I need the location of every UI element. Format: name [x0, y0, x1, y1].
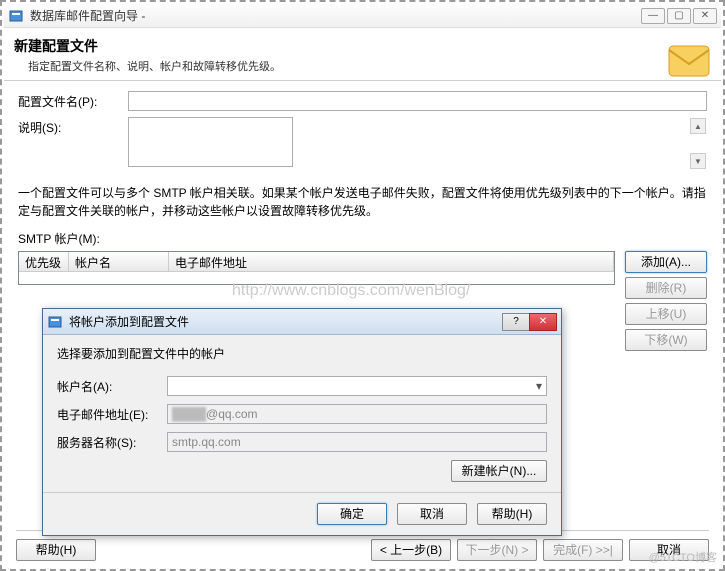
smtp-accounts-table[interactable]: 优先级 帐户名 电子邮件地址: [18, 251, 615, 285]
dialog-help-button-footer[interactable]: 帮助(H): [477, 503, 547, 525]
scroll-up-icon[interactable]: ▲: [690, 118, 706, 134]
corner-watermark: @51CTO博客: [649, 549, 717, 565]
description-label: 说明(S):: [18, 117, 128, 136]
dialog-titlebar: 将帐户添加到配置文件 ? ✕: [43, 309, 561, 335]
dialog-title: 将帐户添加到配置文件: [69, 313, 503, 330]
column-account-name[interactable]: 帐户名: [69, 252, 169, 271]
dialog-help-button[interactable]: ?: [502, 313, 530, 331]
info-text: 一个配置文件可以与多个 SMTP 帐户相关联。如果某个帐户发送电子邮件失败，配置…: [18, 184, 707, 220]
header-mail-icon: [665, 36, 713, 84]
close-button[interactable]: ✕: [693, 8, 717, 24]
move-down-button[interactable]: 下移(W): [625, 329, 707, 351]
finish-button[interactable]: 完成(F) >>|: [543, 539, 623, 561]
description-textarea[interactable]: [128, 117, 293, 167]
profile-name-input[interactable]: [128, 91, 707, 111]
account-name-label: 帐户名(A):: [57, 378, 167, 395]
email-address-label: 电子邮件地址(E):: [57, 406, 167, 423]
dialog-instruction: 选择要添加到配置文件中的帐户: [57, 345, 547, 362]
move-up-button[interactable]: 上移(U): [625, 303, 707, 325]
page-title: 新建配置文件: [14, 36, 711, 56]
add-account-dialog: 将帐户添加到配置文件 ? ✕ 选择要添加到配置文件中的帐户 帐户名(A): 电子…: [42, 308, 562, 536]
main-window-title: 数据库邮件配置向导 -: [30, 7, 641, 24]
scroll-down-icon[interactable]: ▼: [690, 153, 706, 169]
column-email[interactable]: 电子邮件地址: [169, 252, 614, 271]
back-button[interactable]: < 上一步(B): [371, 539, 451, 561]
next-button[interactable]: 下一步(N) >: [457, 539, 537, 561]
email-address-field: ████@qq.com: [167, 404, 547, 424]
page-subtitle: 指定配置文件名称、说明、帐户和故障转移优先级。: [14, 58, 711, 74]
wizard-header: 新建配置文件 指定配置文件名称、说明、帐户和故障转移优先级。: [4, 28, 721, 81]
ok-button[interactable]: 确定: [317, 503, 387, 525]
window-controls: — ▢ ✕: [641, 8, 717, 24]
account-name-combo[interactable]: [167, 376, 547, 396]
dialog-app-icon: [47, 314, 63, 330]
dialog-close-button[interactable]: ✕: [529, 313, 557, 331]
add-button[interactable]: 添加(A)...: [625, 251, 707, 273]
maximize-button[interactable]: ▢: [667, 8, 691, 24]
profile-name-label: 配置文件名(P):: [18, 91, 128, 110]
minimize-button[interactable]: —: [641, 8, 665, 24]
smtp-accounts-label: SMTP 帐户(M):: [18, 230, 707, 247]
app-icon: [8, 8, 24, 24]
server-name-label: 服务器名称(S):: [57, 434, 167, 451]
help-button[interactable]: 帮助(H): [16, 539, 96, 561]
server-name-field: smtp.qq.com: [167, 432, 547, 452]
new-account-button[interactable]: 新建帐户(N)...: [451, 460, 547, 482]
column-priority[interactable]: 优先级: [19, 252, 69, 271]
remove-button[interactable]: 删除(R): [625, 277, 707, 299]
dialog-cancel-button[interactable]: 取消: [397, 503, 467, 525]
main-titlebar: 数据库邮件配置向导 - — ▢ ✕: [4, 4, 721, 28]
